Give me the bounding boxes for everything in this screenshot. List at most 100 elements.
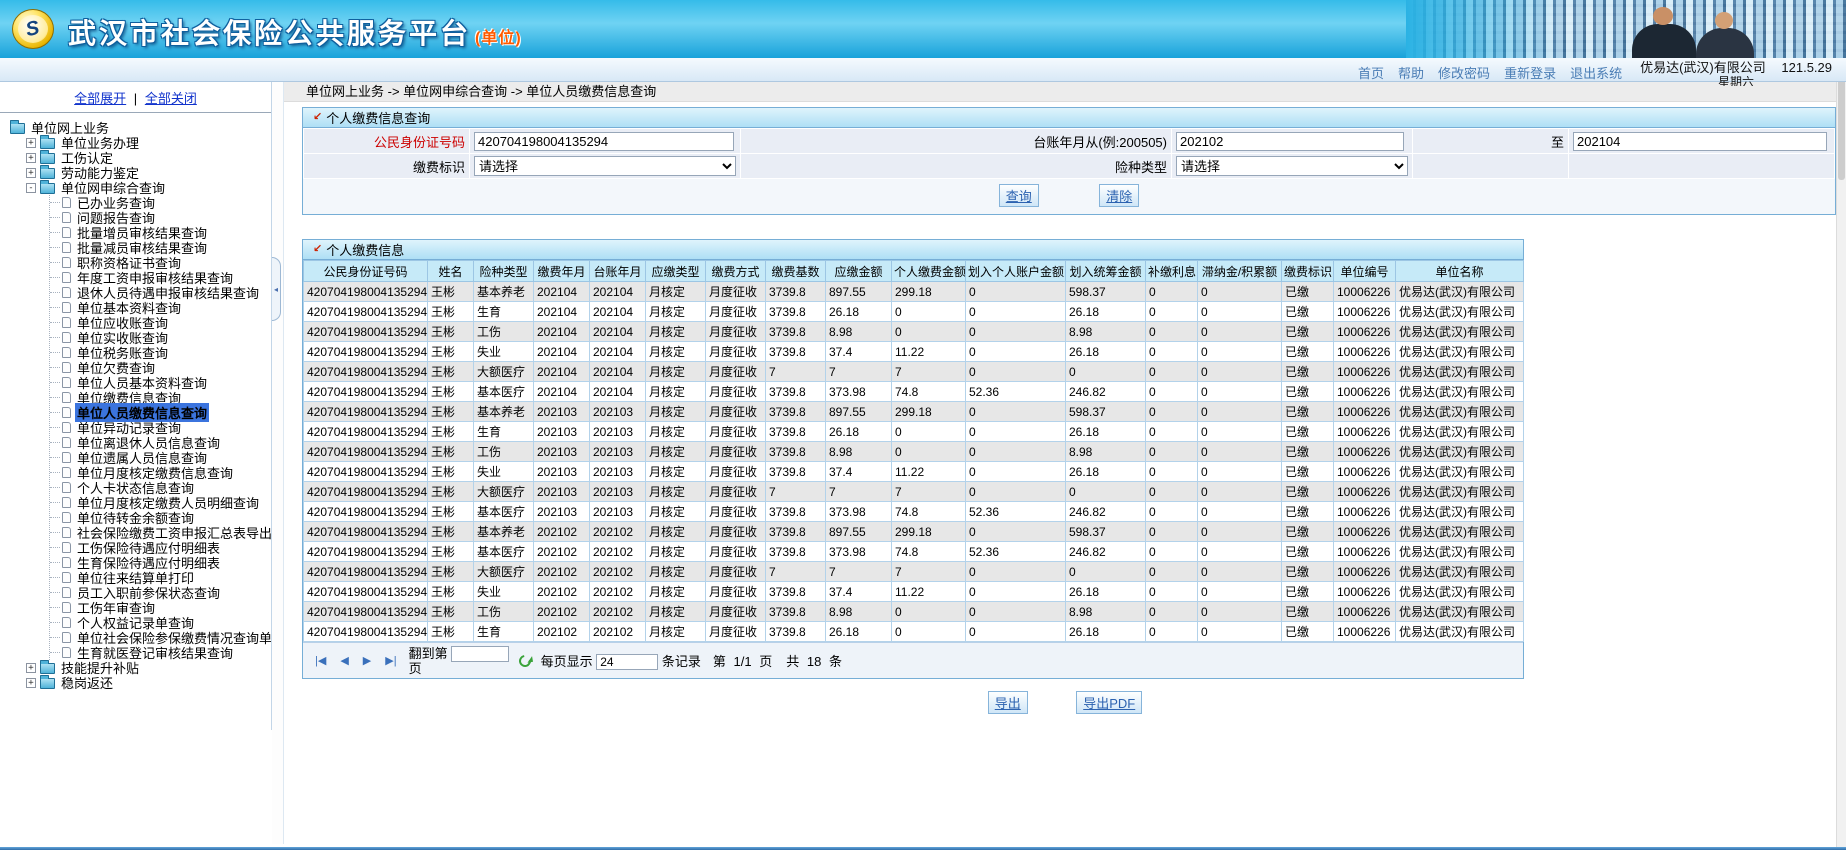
expand-toggle[interactable]: + bbox=[26, 662, 36, 673]
vertical-scrollbar[interactable] bbox=[1836, 58, 1846, 847]
table-cell: 3739.8 bbox=[765, 601, 826, 622]
table-row[interactable]: 420704198004135294 王彬 生育 202104 202104 月核定 月度征… bbox=[303, 301, 1524, 322]
table-cell: 优易达(武汉)有限公司 bbox=[1395, 341, 1524, 362]
tree-group[interactable]: + 稳岗返还 bbox=[26, 673, 271, 692]
table-row[interactable]: 420704198004135294 王彬 工伤 202103 202103 月核定 月度征… bbox=[303, 441, 1524, 462]
table-cell: 74.8 bbox=[891, 501, 966, 522]
table-row[interactable]: 420704198004135294 王彬 基本医疗 202102 202102 月核定月… bbox=[303, 541, 1524, 562]
total-unit: 条 bbox=[828, 654, 842, 669]
table-cell: 598.37 bbox=[1065, 521, 1146, 542]
search-button[interactable]: 查询 bbox=[998, 184, 1039, 207]
table-cell: 已缴 bbox=[1281, 301, 1334, 322]
table-cell: 0 bbox=[965, 401, 1066, 422]
page-jump-input[interactable] bbox=[450, 645, 509, 662]
table-cell: 月核定 bbox=[645, 481, 706, 502]
next-page-icon[interactable]: ▶ bbox=[361, 654, 373, 667]
per-page-input[interactable] bbox=[596, 654, 659, 670]
tree-group-label[interactable]: 稳岗返还 bbox=[59, 673, 115, 692]
period-from-input[interactable] bbox=[1176, 131, 1404, 151]
table-cell: 10006226 bbox=[1333, 401, 1396, 422]
document-icon bbox=[62, 212, 71, 223]
table-cell: 优易达(武汉)有限公司 bbox=[1395, 501, 1524, 522]
period-to-input[interactable] bbox=[1573, 131, 1828, 151]
sidebar-collapse-handle[interactable]: ◂ bbox=[272, 257, 281, 321]
sidebar-splitter[interactable]: ◂ bbox=[272, 82, 284, 844]
nav-link-home[interactable]: 首页 bbox=[1358, 63, 1384, 82]
table-cell: 已缴 bbox=[1281, 321, 1334, 342]
table-cell: 月核定 bbox=[645, 541, 706, 562]
table-cell: 优易达(武汉)有限公司 bbox=[1395, 361, 1524, 382]
table-cell: 王彬 bbox=[427, 281, 474, 302]
table-cell: 3739.8 bbox=[765, 521, 826, 542]
table-cell: 0 bbox=[891, 621, 966, 642]
table-row[interactable]: 420704198004135294 王彬 基本养老 202103 202103 月核定月… bbox=[303, 401, 1524, 422]
expand-toggle[interactable]: + bbox=[26, 137, 36, 148]
expand-toggle[interactable]: + bbox=[26, 152, 36, 163]
table-row[interactable]: 420704198004135294 王彬 大额医疗 202104 202104 月核定月… bbox=[303, 361, 1524, 382]
last-page-icon[interactable]: ▶| bbox=[383, 654, 398, 667]
table-row[interactable]: 420704198004135294 王彬 基本医疗 202103 202103 月核定月… bbox=[303, 501, 1524, 522]
table-row[interactable]: 420704198004135294 王彬 失业 202102 202102 月核定 月度征… bbox=[303, 581, 1524, 602]
table-cell: 420704198004135294 bbox=[303, 281, 428, 302]
export-pdf-button[interactable]: 导出PDF bbox=[1076, 691, 1143, 714]
id-input[interactable] bbox=[474, 131, 734, 151]
table-row[interactable]: 420704198004135294 王彬 基本医疗 202104 202104 月核定月… bbox=[303, 381, 1524, 402]
table-cell: 8.98 bbox=[1065, 321, 1146, 342]
expand-all-link[interactable]: 全部展开 bbox=[74, 91, 126, 106]
table-cell: 月度征收 bbox=[705, 561, 766, 582]
total-label: 共 bbox=[786, 654, 800, 669]
table-cell: 202103 bbox=[533, 461, 590, 482]
table-cell: 0 bbox=[1197, 441, 1282, 462]
table-row[interactable]: 420704198004135294 王彬 失业 202104 202104 月核定 月度征… bbox=[303, 341, 1524, 362]
table-cell: 420704198004135294 bbox=[303, 461, 428, 482]
table-cell: 0 bbox=[1197, 561, 1282, 582]
table-cell: 202103 bbox=[533, 401, 590, 422]
table-cell: 0 bbox=[1145, 601, 1198, 622]
table-cell: 8.98 bbox=[1065, 441, 1146, 462]
table-cell: 10006226 bbox=[1333, 441, 1396, 462]
table-cell: 10006226 bbox=[1333, 361, 1396, 382]
table-cell: 生育 bbox=[473, 621, 534, 642]
table-row[interactable]: 420704198004135294 王彬 大额医疗 202103 202103 月核定月… bbox=[303, 481, 1524, 502]
table-row[interactable]: 420704198004135294 王彬 基本养老 202102 202102 月核定月… bbox=[303, 521, 1524, 542]
table-cell: 月度征收 bbox=[705, 301, 766, 322]
go-refresh-icon[interactable] bbox=[516, 652, 533, 669]
table-row[interactable]: 420704198004135294 王彬 工伤 202104 202104 月核定 月度征… bbox=[303, 321, 1524, 342]
collapse-all-link[interactable]: 全部关闭 bbox=[145, 91, 197, 106]
expand-toggle[interactable]: + bbox=[26, 677, 36, 688]
table-cell: 10006226 bbox=[1333, 621, 1396, 642]
nav-link-logout[interactable]: 退出系统 bbox=[1570, 63, 1622, 82]
table-cell: 基本养老 bbox=[473, 281, 534, 302]
tree-item[interactable]: 生育就医登记审核结果查询 bbox=[50, 643, 271, 662]
expand-toggle[interactable]: + bbox=[26, 167, 36, 178]
nav-link-help[interactable]: 帮助 bbox=[1398, 63, 1424, 82]
column-header: 缴费标识 bbox=[1281, 260, 1334, 282]
page-jump-unit: 页 bbox=[408, 660, 422, 676]
document-icon bbox=[62, 407, 71, 418]
table-cell: 工伤 bbox=[473, 441, 534, 462]
table-row[interactable]: 420704198004135294 王彬 失业 202103 202103 月核定 月度征… bbox=[303, 461, 1524, 482]
table-row[interactable]: 420704198004135294 王彬 大额医疗 202102 202102 月核定月… bbox=[303, 561, 1524, 582]
table-row[interactable]: 420704198004135294 王彬 生育 202102 202102 月核定 月度征… bbox=[303, 621, 1524, 642]
clear-button[interactable]: 清除 bbox=[1099, 184, 1140, 207]
folder-icon bbox=[40, 135, 55, 149]
table-cell: 月核定 bbox=[645, 621, 706, 642]
table-cell: 26.18 bbox=[1065, 301, 1146, 322]
first-page-icon[interactable]: |◀ bbox=[313, 654, 328, 667]
nav-link-relogin[interactable]: 重新登录 bbox=[1504, 63, 1556, 82]
export-button[interactable]: 导出 bbox=[987, 691, 1028, 714]
nav-link-change-password[interactable]: 修改密码 bbox=[1438, 63, 1490, 82]
table-cell: 王彬 bbox=[427, 401, 474, 422]
table-row[interactable]: 420704198004135294 王彬 工伤 202102 202102 月核定 月度征… bbox=[303, 601, 1524, 622]
expand-toggle[interactable]: - bbox=[26, 182, 36, 193]
prev-page-icon[interactable]: ◀ bbox=[338, 654, 350, 667]
table-row[interactable]: 420704198004135294 王彬 生育 202103 202103 月核定 月度征… bbox=[303, 421, 1524, 442]
table-cell: 0 bbox=[1145, 321, 1198, 342]
pay-flag-select[interactable]: 请选择 bbox=[474, 156, 736, 176]
table-cell: 0 bbox=[891, 301, 966, 322]
table-cell: 失业 bbox=[473, 581, 534, 602]
table-row[interactable]: 420704198004135294 王彬 基本养老 202104 202104 月核定月… bbox=[303, 281, 1524, 302]
insurance-type-select[interactable]: 请选择 bbox=[1176, 156, 1408, 176]
folder-icon bbox=[40, 675, 55, 689]
tree-item-label[interactable]: 生育就医登记审核结果查询 bbox=[75, 643, 235, 662]
